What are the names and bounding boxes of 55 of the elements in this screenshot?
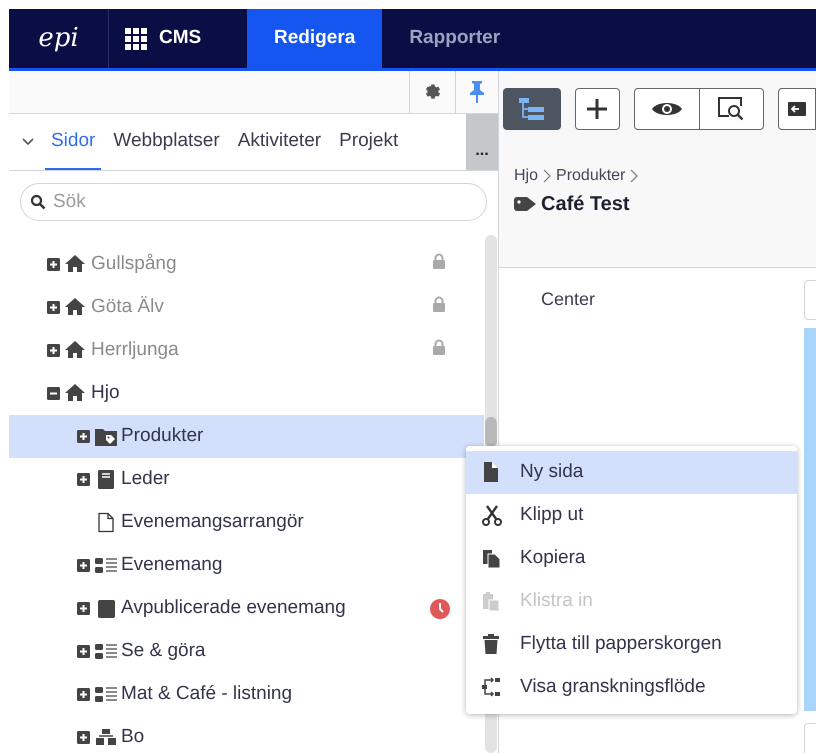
app-grid-icon bbox=[125, 28, 147, 50]
expand-icon[interactable] bbox=[76, 558, 91, 573]
chevron-right-icon bbox=[630, 169, 638, 183]
page-title: Café Test bbox=[541, 192, 630, 217]
list-icon bbox=[95, 555, 117, 576]
expand-icon[interactable] bbox=[76, 687, 91, 702]
tree-item[interactable]: Produkter bbox=[9, 415, 484, 458]
container-icon bbox=[95, 598, 117, 619]
pin-icon bbox=[470, 81, 484, 103]
product-switcher[interactable]: CMS bbox=[109, 9, 247, 68]
field-label: Center bbox=[541, 288, 596, 311]
expand-icon[interactable] bbox=[46, 300, 61, 315]
home-icon bbox=[65, 383, 87, 404]
expand-icon[interactable] bbox=[46, 343, 61, 358]
home-icon bbox=[65, 297, 87, 318]
expand-icon[interactable] bbox=[76, 472, 91, 487]
tree-item[interactable]: Bo bbox=[9, 716, 484, 753]
expand-icon[interactable] bbox=[46, 257, 61, 272]
add-button[interactable] bbox=[574, 88, 620, 130]
home-icon bbox=[65, 340, 87, 361]
arrow-box-icon bbox=[786, 99, 807, 119]
book-icon bbox=[95, 469, 117, 490]
panel-tab[interactable]: Sidor bbox=[45, 114, 102, 170]
panel-tab[interactable]: Projekt bbox=[333, 114, 404, 170]
plus-icon bbox=[586, 98, 608, 120]
search-field[interactable]: Sök bbox=[20, 183, 487, 221]
panel-tab[interactable]: Webbplatser bbox=[107, 114, 226, 170]
tree-item[interactable]: Hjo bbox=[9, 372, 484, 415]
expand-icon[interactable] bbox=[76, 644, 91, 659]
tree-view-button[interactable] bbox=[503, 88, 561, 130]
tag-icon bbox=[514, 197, 538, 211]
toolbar-button[interactable] bbox=[778, 88, 816, 130]
nav-tab[interactable]: Redigera bbox=[247, 9, 382, 68]
sitemap-icon bbox=[95, 727, 117, 748]
preview-search-icon bbox=[717, 96, 746, 122]
view-button-group[interactable] bbox=[634, 88, 764, 130]
tree-view-icon bbox=[518, 97, 546, 121]
more-tabs-button[interactable]: ... bbox=[466, 114, 498, 170]
breadcrumb-link[interactable]: Hjo bbox=[514, 164, 538, 188]
home-icon bbox=[65, 254, 87, 275]
expand-icon[interactable] bbox=[76, 730, 91, 745]
breadcrumb-link[interactable]: Produkter bbox=[556, 164, 626, 188]
scissors-icon bbox=[479, 505, 505, 526]
expand-icon[interactable] bbox=[76, 601, 91, 616]
nav-tab[interactable]: Rapporter bbox=[382, 9, 528, 68]
chevron-right-icon bbox=[543, 169, 552, 183]
list-icon bbox=[95, 684, 117, 705]
collapse-icon[interactable] bbox=[46, 386, 61, 401]
tag-folder-icon bbox=[95, 426, 117, 447]
search-icon bbox=[30, 194, 46, 210]
panel-tab[interactable]: Aktiviteter bbox=[232, 114, 328, 170]
menu-item[interactable]: Ny sida bbox=[466, 451, 797, 494]
list-icon bbox=[95, 641, 117, 662]
eye-icon bbox=[650, 100, 683, 118]
expand-icon[interactable] bbox=[76, 429, 91, 444]
